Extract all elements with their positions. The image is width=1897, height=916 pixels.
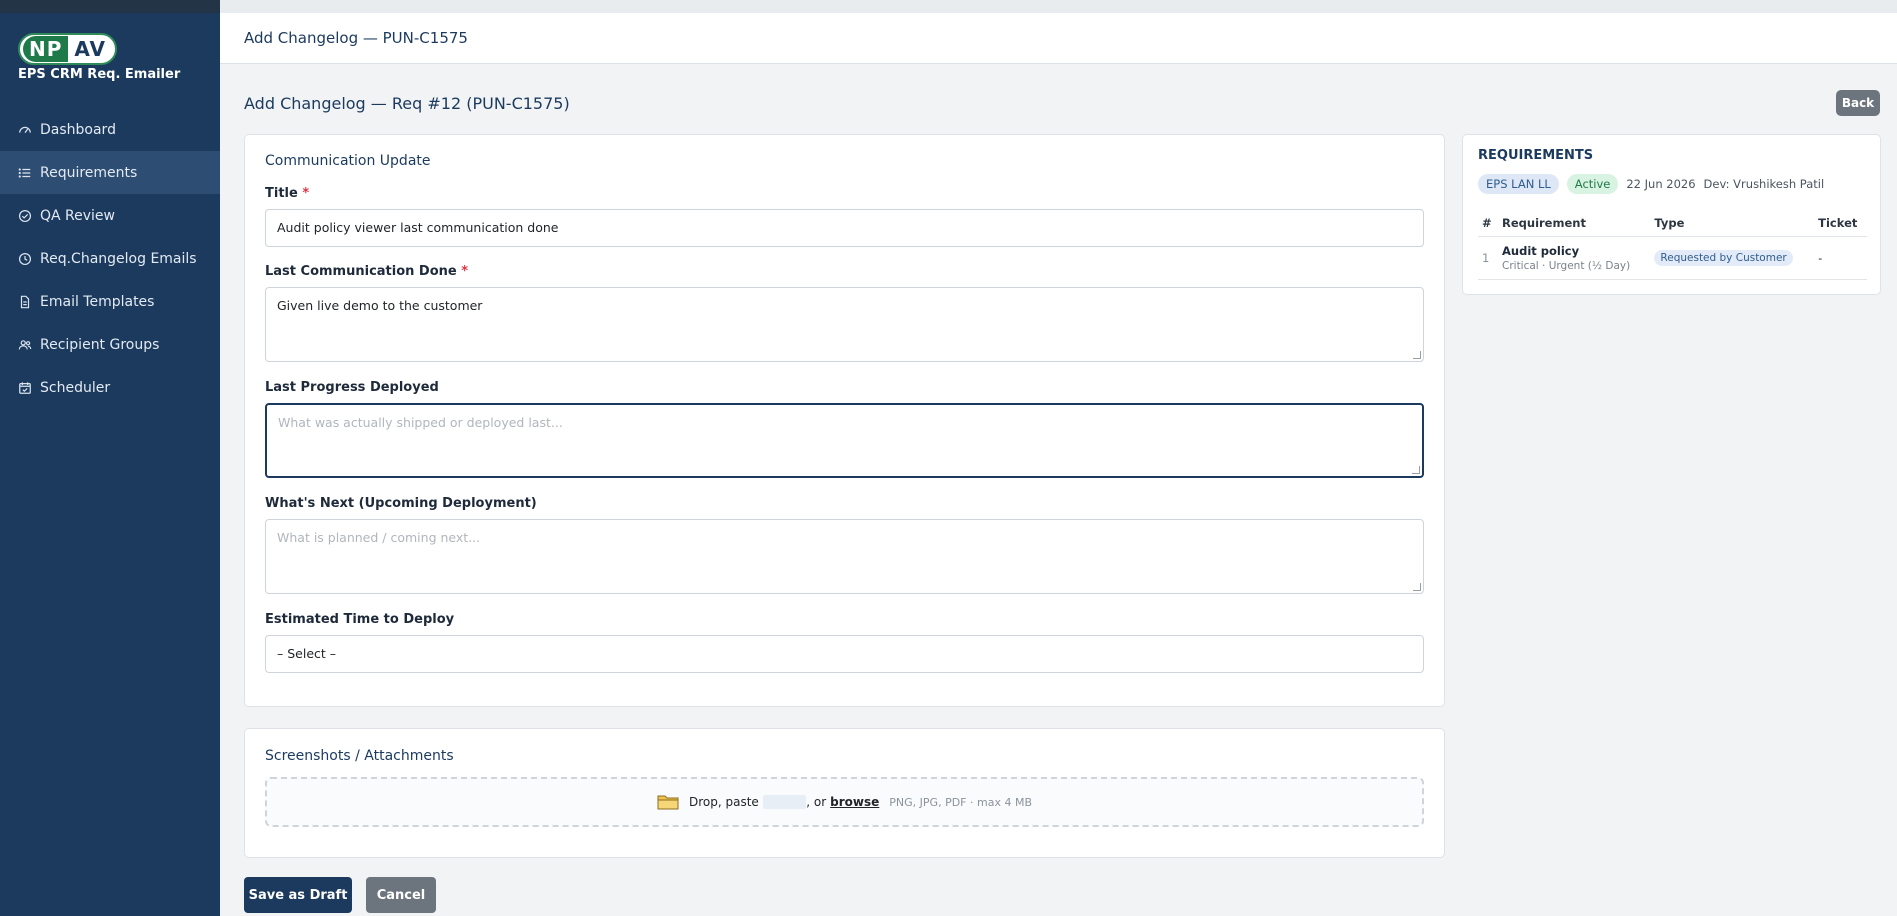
drop-text: Drop, paste	[689, 795, 759, 809]
required-mark: *	[461, 264, 469, 279]
whats-next-textarea[interactable]: What is planned / coming next...	[265, 519, 1424, 594]
sidebar-item-label: Email Templates	[40, 293, 155, 310]
resize-handle[interactable]	[1412, 466, 1420, 474]
last-communication-value: Given live demo to the customer	[277, 298, 483, 313]
whats-next-placeholder: What is planned / coming next...	[277, 530, 481, 545]
sidebar-item-dashboard[interactable]: Dashboard	[0, 108, 220, 151]
brand-name: EPS CRM Req. Emailer	[18, 67, 181, 82]
last-communication-textarea[interactable]: Given live demo to the customer	[265, 287, 1424, 362]
sidebar-item-label: Requirements	[40, 164, 138, 181]
last-communication-label: Last Communication Done *	[265, 264, 468, 279]
sidebar-nav: Dashboard Requirements QA Review Req.Cha…	[0, 108, 220, 409]
ticket-cell: -	[1814, 236, 1867, 280]
save-as-draft-button[interactable]: Save as Draft	[244, 877, 352, 913]
attachments-card: Screenshots / Attachments Drop, paste Ct…	[244, 728, 1445, 858]
row-number: 1	[1478, 236, 1498, 280]
table-header-row: # Requirement Type Ticket	[1478, 211, 1867, 237]
last-progress-placeholder: What was actually shipped or deployed la…	[278, 415, 563, 430]
document-icon	[20, 295, 30, 308]
column-header-number: #	[1478, 211, 1498, 237]
eta-select[interactable]: – Select –	[265, 635, 1424, 673]
status-badge: Active	[1566, 174, 1619, 194]
requirement-cell: Audit policy Critical · Urgent (½ Day)	[1498, 236, 1651, 280]
sidebar-item-requirements[interactable]: Requirements	[0, 151, 220, 194]
communication-update-card: Communication Update Title * Audit polic…	[244, 134, 1445, 707]
back-button[interactable]: Back	[1836, 90, 1880, 116]
type-badge: Requested by Customer	[1654, 250, 1793, 266]
column-header-requirement: Requirement	[1498, 211, 1651, 237]
cancel-button[interactable]: Cancel	[366, 877, 436, 913]
browse-link[interactable]: browse	[830, 795, 879, 809]
file-type-hint: PNG, JPG, PDF · max 4 MB	[889, 795, 1032, 809]
page-title: Add Changelog — Req #12 (PUN-C1575)	[244, 94, 570, 113]
section-title: Communication Update	[265, 153, 431, 169]
list-icon	[18, 167, 31, 178]
title-input[interactable]: Audit policy viewer last communication d…	[265, 209, 1424, 247]
sidebar-item-label: Req.Changelog Emails	[40, 250, 197, 267]
sidebar-item-label: Scheduler	[40, 379, 111, 396]
topbar: Add Changelog — PUN-C1575	[220, 0, 1897, 64]
requirements-title: REQUIREMENTS	[1478, 148, 1594, 163]
or-text: , or	[806, 795, 827, 809]
sidebar: NP AV EPS CRM Req. Emailer Dashboard Req…	[0, 0, 220, 916]
sidebar-item-qa-review[interactable]: QA Review	[0, 194, 220, 237]
resize-handle[interactable]	[1413, 351, 1421, 359]
column-header-type: Type	[1650, 211, 1815, 237]
brand: NP AV EPS CRM Req. Emailer	[0, 13, 220, 90]
table-row[interactable]: 1 Audit policy Critical · Urgent (½ Day)…	[1478, 236, 1867, 280]
title-label-text: Title	[265, 186, 298, 201]
folder-icon	[657, 795, 679, 810]
resize-handle[interactable]	[1413, 583, 1421, 591]
product-badge: EPS LAN LL	[1478, 174, 1559, 194]
gauge-icon	[19, 126, 31, 133]
topbar-title: Add Changelog — PUN-C1575	[244, 29, 468, 47]
last-progress-label: Last Progress Deployed	[265, 380, 439, 395]
requirements-table: # Requirement Type Ticket 1 Audit policy…	[1478, 211, 1867, 280]
attachments-title: Screenshots / Attachments	[265, 748, 454, 764]
required-mark: *	[302, 186, 310, 201]
sidebar-item-label: QA Review	[40, 207, 115, 224]
requirements-panel: REQUIREMENTS EPS LAN LL Active 22 Jun 20…	[1462, 134, 1881, 295]
calendar-check-icon	[19, 381, 31, 394]
logo-np: NP	[23, 36, 69, 62]
title-input-value: Audit policy viewer last communication d…	[277, 220, 559, 235]
requirement-priority: Critical · Urgent (½ Day)	[1502, 260, 1631, 272]
check-circle-icon	[18, 209, 32, 222]
sidebar-item-changelog-emails[interactable]: Req.Changelog Emails	[0, 237, 220, 280]
paste-shortcut: Ctrl+V	[762, 795, 807, 809]
column-header-ticket: Ticket	[1814, 211, 1867, 237]
eta-select-value: – Select –	[277, 646, 337, 661]
sidebar-item-email-templates[interactable]: Email Templates	[0, 280, 220, 323]
whats-next-label: What's Next (Upcoming Deployment)	[265, 496, 537, 511]
npav-logo[interactable]: NP AV	[18, 33, 118, 65]
last-communication-label-text: Last Communication Done	[265, 264, 457, 279]
sidebar-item-scheduler[interactable]: Scheduler	[0, 366, 220, 409]
clock-icon	[18, 252, 32, 265]
sidebar-item-label: Dashboard	[40, 121, 116, 138]
type-cell: Requested by Customer	[1650, 236, 1815, 280]
people-icon	[18, 339, 32, 349]
requirement-name: Audit policy	[1502, 244, 1580, 258]
last-progress-textarea[interactable]: What was actually shipped or deployed la…	[265, 403, 1424, 478]
requirement-date: 22 Jun 2026	[1626, 177, 1696, 191]
requirements-meta: EPS LAN LL Active 22 Jun 2026 Dev: Vrush…	[1478, 174, 1824, 194]
sidebar-item-recipient-groups[interactable]: Recipient Groups	[0, 323, 220, 366]
eta-label: Estimated Time to Deploy	[265, 612, 455, 627]
title-label: Title *	[265, 186, 309, 201]
logo-av: AV	[74, 37, 107, 61]
developer-name: Dev: Vrushikesh Patil	[1703, 177, 1825, 191]
sidebar-item-label: Recipient Groups	[40, 336, 160, 353]
attachment-dropzone[interactable]: Drop, paste Ctrl+V, or browse PNG, JPG, …	[265, 777, 1424, 827]
